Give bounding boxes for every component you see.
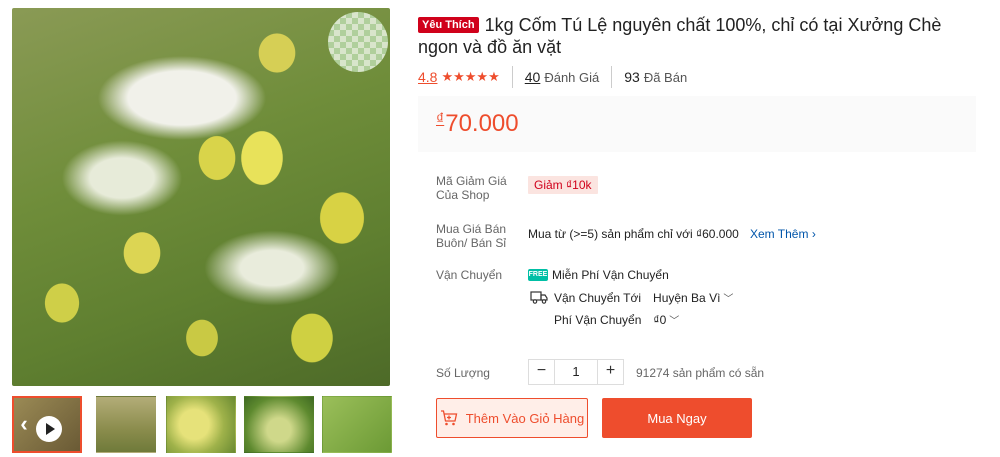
wholesale-text: Mua từ (>=5) sản phẩm chỉ với ₫60.000 <box>528 227 739 241</box>
sold-count: 93 <box>624 69 640 85</box>
product-title-text: 1kg Cốm Tú Lệ nguyên chất 100%, chỉ có t… <box>418 15 942 57</box>
chevron-right-icon: › <box>811 227 816 241</box>
wholesale-label: Mua Giá Bán Buôn/ Bán Sỉ <box>436 222 507 250</box>
rating-value[interactable]: 4.8 <box>418 69 437 85</box>
voucher-label: Mã Giảm Giá Của Shop <box>436 174 507 202</box>
cart-icon <box>440 410 458 426</box>
thumbnail-strip: ‹ › <box>12 396 654 453</box>
buy-now-label: Mua Ngay <box>647 410 707 426</box>
ship-to-selector[interactable]: Huyện Ba Vì ﹀ <box>653 290 733 305</box>
chevron-left-icon[interactable]: ‹ <box>14 413 34 437</box>
currency-symbol: ₫ <box>436 111 445 128</box>
ship-fee-label: Phí Vận Chuyển <box>554 312 642 327</box>
divider <box>511 66 513 88</box>
ship-to-row: Vận Chuyển Tới Huyện Ba Vì ﹀ <box>530 290 733 305</box>
free-shipping-row: FREE Miễn Phí Vận Chuyển <box>528 268 669 282</box>
sold-label: Đã Bán <box>643 69 688 85</box>
play-icon[interactable] <box>36 416 62 442</box>
see-more-link[interactable]: Xem Thêm › <box>750 227 816 241</box>
reviews-count[interactable]: 40 <box>525 69 541 85</box>
reviews-label: Đánh Giá <box>544 69 600 85</box>
main-product-image[interactable] <box>12 8 390 386</box>
voucher-tag[interactable]: Giảm ₫10k <box>528 176 598 194</box>
quantity-stepper: − 1 + <box>528 359 624 385</box>
ship-to-value: Huyện Ba Vì <box>653 291 721 305</box>
ship-fee-row: Phí Vận Chuyển ₫0 ﹀ <box>554 312 679 328</box>
chevron-down-icon: ﹀ <box>723 294 734 305</box>
truck-icon <box>530 291 548 304</box>
price: ₫70.000 <box>436 110 519 138</box>
price-value: 70.000 <box>445 110 519 137</box>
ship-fee-value: ₫0 <box>653 313 667 327</box>
free-shipping-icon: FREE <box>528 269 548 281</box>
ratings-bar: 4.8 ★★★★★ 40 Đánh Giá 93 Đã Bán <box>418 66 687 88</box>
divider <box>611 66 613 88</box>
quantity-label: Số Lượng <box>436 366 490 380</box>
increase-button[interactable]: + <box>598 360 623 384</box>
buy-now-button[interactable]: Mua Ngay <box>602 398 752 438</box>
favorite-badge: Yêu Thích <box>418 17 479 33</box>
thumbnail-package[interactable] <box>96 396 156 453</box>
free-shipping-text: Miễn Phí Vận Chuyển <box>552 268 669 282</box>
star-rating-icon: ★★★★★ <box>441 69 500 84</box>
shipping-label: Vận Chuyển <box>436 268 503 282</box>
add-to-cart-button[interactable]: Thêm Vào Giỏ Hàng <box>436 398 588 438</box>
ship-fee-selector[interactable]: ₫0 ﹀ <box>653 312 679 327</box>
ship-to-label: Vận Chuyển Tới <box>554 290 642 305</box>
quantity-input[interactable]: 1 <box>554 360 598 384</box>
stock-text: 91274 sản phẩm có sẵn <box>636 366 765 380</box>
product-title: Yêu Thích 1kg Cốm Tú Lệ nguyên chất 100%,… <box>418 14 978 58</box>
thumbnail-dish-2[interactable] <box>244 396 314 453</box>
blurred-watermark <box>328 12 388 72</box>
price-box: ₫70.000 <box>418 96 976 152</box>
chevron-down-icon: ﹀ <box>669 316 680 327</box>
see-more-label: Xem Thêm <box>750 227 809 241</box>
thumbnail-dish-1[interactable] <box>166 396 236 453</box>
decrease-button[interactable]: − <box>529 360 554 384</box>
add-to-cart-label: Thêm Vào Giỏ Hàng <box>465 410 585 426</box>
